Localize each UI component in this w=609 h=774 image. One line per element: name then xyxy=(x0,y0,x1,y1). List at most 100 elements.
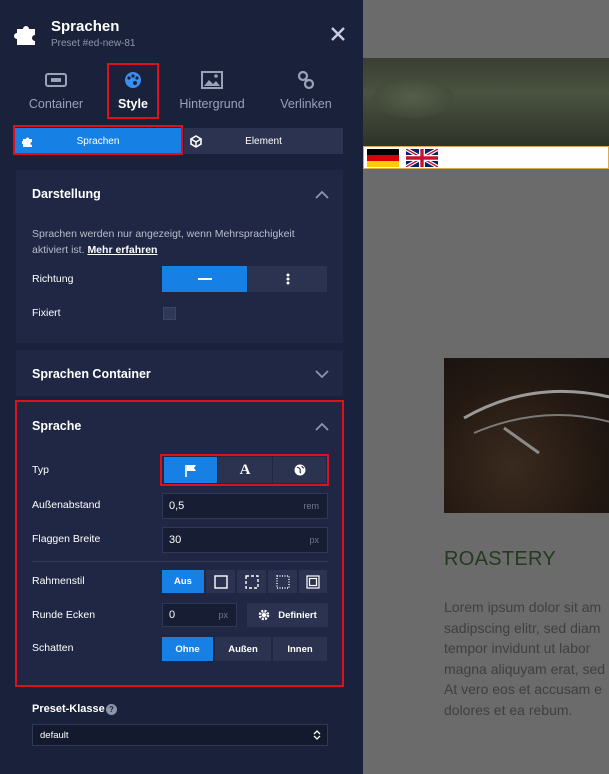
lorem-line: dolores et ea rebum. xyxy=(444,701,573,718)
section-darstellung-title: Darstellung xyxy=(32,187,101,201)
subtab-element-label: Element xyxy=(245,135,282,147)
flag-icon xyxy=(184,464,196,477)
definiert-button[interactable]: Definiert xyxy=(247,603,328,627)
settings-panel: Sprachen Preset #ed-new-81 Container Sty… xyxy=(0,0,363,774)
flaggen-breite-value: 30 xyxy=(169,534,182,546)
tab-verlinken[interactable]: Verlinken xyxy=(272,62,340,122)
link-icon xyxy=(297,70,315,90)
typ-globe-button[interactable] xyxy=(273,457,326,483)
rahmenstil-aus-button[interactable]: Aus xyxy=(162,570,204,593)
preset-klasse-select[interactable]: default xyxy=(32,724,328,746)
runde-ecken-unit: px xyxy=(218,610,228,620)
tab-verlinken-label: Verlinken xyxy=(280,97,332,111)
schatten-ohne-button[interactable]: Ohne xyxy=(162,637,213,661)
uk-flag-icon[interactable] xyxy=(406,149,438,167)
sub-tabs: Sprachen Element xyxy=(14,128,343,154)
tab-hintergrund[interactable]: Hintergrund xyxy=(172,62,252,122)
flaggen-breite-unit: px xyxy=(309,535,319,545)
rahmenstil-label: Rahmenstil xyxy=(32,575,85,587)
language-switcher xyxy=(363,146,609,169)
preset-klasse-label: Preset-Klasse xyxy=(32,703,105,715)
section-sprache-title: Sprache xyxy=(32,419,82,433)
select-arrows-icon xyxy=(313,730,321,740)
aussenabstand-label: Außenabstand xyxy=(32,499,101,511)
runde-ecken-input[interactable]: 0 px xyxy=(162,603,237,627)
schatten-aussen-button[interactable]: Außen xyxy=(215,637,271,661)
fixiert-label: Fixiert xyxy=(32,307,61,319)
aussenabstand-input[interactable]: 0,5 rem xyxy=(162,493,328,519)
chevron-up-icon[interactable] xyxy=(315,190,329,199)
puzzle-icon xyxy=(22,137,32,147)
tab-style[interactable]: Style xyxy=(108,62,158,122)
container-icon xyxy=(45,73,67,87)
image-icon xyxy=(201,71,223,89)
subtab-sprachen[interactable]: Sprachen xyxy=(14,128,182,154)
richtung-vertical[interactable] xyxy=(248,266,327,292)
chevron-down-icon[interactable] xyxy=(315,370,329,379)
text-a-icon: A xyxy=(239,461,251,478)
section-sprachen-container-title: Sprachen Container xyxy=(32,367,151,381)
globe-icon xyxy=(294,464,305,476)
schatten-ohne-label: Ohne xyxy=(175,643,200,655)
roastery-heading: ROASTERY xyxy=(444,548,557,570)
tab-hintergrund-label: Hintergrund xyxy=(179,97,245,111)
preset-klasse-value: default xyxy=(40,729,69,741)
aussenabstand-value: 0,5 xyxy=(169,500,185,512)
border-dotted-icon xyxy=(275,574,290,589)
lorem-line: tempor invidunt ut labor xyxy=(444,640,591,656)
schatten-innen-button[interactable]: Innen xyxy=(273,637,327,661)
typ-text-button[interactable]: A xyxy=(218,457,272,483)
subtab-sprachen-label: Sprachen xyxy=(76,135,120,147)
gear-icon xyxy=(258,609,270,621)
section-sprachen-container[interactable]: Sprachen Container xyxy=(16,350,343,396)
german-flag-icon[interactable] xyxy=(367,149,399,167)
definiert-label: Definiert xyxy=(278,609,317,621)
typ-flag-button[interactable] xyxy=(164,457,217,483)
rahmenstil-dotted-button[interactable] xyxy=(268,570,297,593)
tab-container-label: Container xyxy=(28,97,84,111)
roaster-drum-illustration xyxy=(463,389,609,455)
panel-header: Sprachen Preset #ed-new-81 xyxy=(0,0,363,62)
lorem-line: sadipscing elitr, sed diam xyxy=(444,619,601,636)
richtung-label: Richtung xyxy=(32,273,74,285)
coffee-roaster-photo xyxy=(444,358,609,513)
runde-ecken-label: Runde Ecken xyxy=(32,609,96,621)
vertical-dots-icon xyxy=(286,273,289,285)
richtung-horizontal[interactable] xyxy=(162,266,247,292)
rahmenstil-dashed-button[interactable] xyxy=(237,570,266,593)
cube-icon xyxy=(190,135,202,148)
puzzle-icon xyxy=(14,26,35,45)
subtab-element[interactable]: Element xyxy=(184,128,343,154)
fixiert-checkbox[interactable] xyxy=(163,307,176,320)
aussenabstand-unit: rem xyxy=(303,501,320,511)
page-preview: ROASTERY Lorem ipsum dolor sit am sadips… xyxy=(363,0,609,774)
tab-style-label: Style xyxy=(118,97,148,111)
close-icon[interactable] xyxy=(330,26,346,42)
schatten-innen-label: Innen xyxy=(287,643,313,655)
panel-title: Sprachen xyxy=(51,18,120,35)
rahmenstil-aus-label: Aus xyxy=(174,576,192,587)
rahmenstil-solid-button[interactable] xyxy=(206,570,235,593)
palette-icon xyxy=(125,72,141,88)
tab-container[interactable]: Container xyxy=(14,62,98,122)
border-double-icon xyxy=(306,574,320,589)
chevron-up-icon[interactable] xyxy=(315,422,329,431)
main-tabs: Container Style Hintergrund Verlinken xyxy=(0,62,363,122)
rahmenstil-double-button[interactable] xyxy=(299,570,327,593)
lorem-line: At vero eos et accusam e xyxy=(444,681,602,697)
help-icon[interactable]: ? xyxy=(106,704,117,715)
mehr-erfahren-link[interactable]: Mehr erfahren xyxy=(87,244,157,256)
divider xyxy=(32,561,328,562)
description-text: Sprachen werden nur angezeigt, wenn Mehr… xyxy=(32,228,295,256)
preset-id: Preset #ed-new-81 xyxy=(51,38,136,49)
horizontal-dots-icon xyxy=(197,278,212,280)
lorem-line: magna aliquyam erat, sed xyxy=(444,660,606,677)
hero-image xyxy=(363,58,609,146)
lorem-line: Lorem ipsum dolor sit am xyxy=(444,599,602,615)
flaggen-breite-input[interactable]: 30 px xyxy=(162,527,328,553)
runde-ecken-value: 0 xyxy=(169,609,176,621)
border-dashed-icon xyxy=(244,574,259,589)
darstellung-description: Sprachen werden nur angezeigt, wenn Mehr… xyxy=(32,226,322,258)
flaggen-breite-label: Flaggen Breite xyxy=(32,533,101,545)
schatten-aussen-label: Außen xyxy=(228,643,258,655)
